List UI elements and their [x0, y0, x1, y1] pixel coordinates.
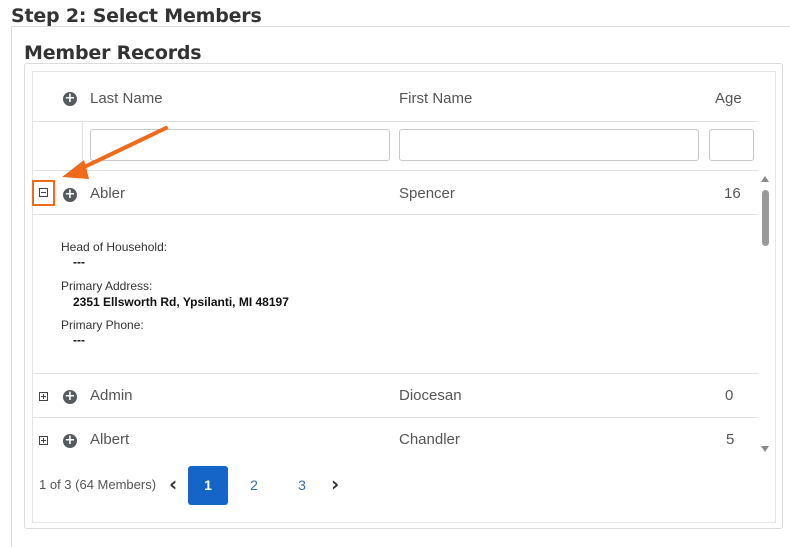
page-2-button[interactable]: 2: [234, 466, 274, 505]
age-filter-input[interactable]: [709, 129, 754, 161]
column-header-last-name[interactable]: Last Name: [90, 90, 163, 107]
row-1-last-name[interactable]: Abler: [90, 185, 125, 202]
column-header-first-name[interactable]: First Name: [399, 90, 472, 107]
add-member-icon[interactable]: +: [63, 188, 77, 202]
page-1-button[interactable]: 1: [188, 466, 228, 505]
scroll-down-icon[interactable]: [761, 446, 769, 452]
pager-info: 1 of 3 (64 Members): [39, 477, 157, 492]
section-title: Member Records: [24, 42, 202, 64]
column-header-age[interactable]: Age: [715, 90, 742, 107]
filter-divider: [33, 170, 758, 171]
row-1-age[interactable]: 16: [724, 185, 741, 202]
page-3-button[interactable]: 3: [282, 466, 322, 505]
expand-icon[interactable]: [39, 436, 48, 445]
detail-divider: [33, 373, 758, 374]
add-member-icon[interactable]: +: [63, 390, 77, 404]
row-3-age[interactable]: 5: [726, 431, 734, 448]
prev-page-icon[interactable]: ‹: [169, 472, 177, 496]
add-column-icon[interactable]: +: [63, 92, 77, 106]
row-1-first-name[interactable]: Spencer: [399, 185, 455, 202]
primary-phone-value: ---: [73, 333, 85, 347]
primary-address-value: 2351 Ellsworth Rd, Ypsilanti, MI 48197: [73, 295, 289, 309]
first-name-filter-input[interactable]: [399, 129, 699, 161]
primary-phone-label: Primary Phone:: [61, 318, 144, 332]
primary-address-label: Primary Address:: [61, 279, 153, 293]
scrollbar-thumb[interactable]: [762, 190, 769, 246]
header-divider: [33, 121, 758, 122]
filter-column-divider: [82, 122, 83, 170]
step-title: Step 2: Select Members: [11, 5, 262, 27]
row-1-divider: [33, 214, 758, 215]
row-2-age[interactable]: 0: [725, 387, 733, 404]
head-of-household-label: Head of Household:: [61, 240, 168, 254]
last-name-filter-input[interactable]: [90, 129, 390, 161]
head-of-household-value: ---: [73, 255, 85, 269]
scroll-up-icon[interactable]: [761, 176, 769, 182]
row-2-last-name[interactable]: Admin: [90, 387, 133, 404]
row-3-last-name[interactable]: Albert: [90, 431, 129, 448]
row-2-divider: [33, 417, 758, 418]
row-2-first-name[interactable]: Diocesan: [399, 387, 462, 404]
row-3-first-name[interactable]: Chandler: [399, 431, 460, 448]
collapse-highlight-box: [32, 180, 55, 206]
next-page-icon[interactable]: ›: [331, 472, 339, 496]
expand-icon[interactable]: [39, 392, 48, 401]
add-member-icon[interactable]: +: [63, 434, 77, 448]
